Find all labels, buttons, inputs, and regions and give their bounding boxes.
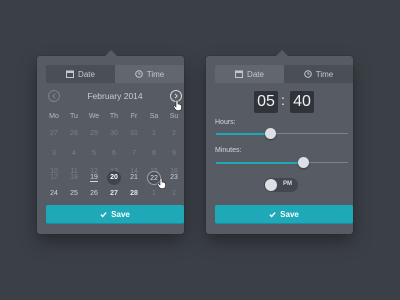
weekday-header-row: Mo Tu We Th Fr Sa Su (44, 113, 184, 120)
calendar-day[interactable]: 25 (64, 188, 84, 200)
calendar-day[interactable]: 3 (44, 148, 64, 160)
calendar-day[interactable]: 23 (164, 172, 184, 184)
calendar-day[interactable]: 29 (84, 128, 104, 140)
am-pm-toggle[interactable]: PM (264, 178, 298, 192)
calendar-week-row: 3 4 5 6 7 8 9 (44, 148, 184, 160)
tab-date-label: Date (247, 69, 264, 79)
save-button-label: Save (111, 209, 130, 219)
chevron-right-icon (174, 93, 178, 99)
calendar-day[interactable]: 28 (124, 188, 144, 200)
weekday-label: Mo (49, 113, 59, 120)
hand-cursor-icon (173, 100, 182, 111)
calendar-week-row: 27 28 29 30 31 1 2 (44, 128, 184, 140)
weekday-label: Fr (130, 113, 138, 120)
slider-fill (216, 133, 271, 135)
calendar-icon (235, 70, 244, 78)
time-picker-tabs: Date Time (215, 65, 353, 83)
calendar-day[interactable]: 24 (44, 188, 64, 200)
check-icon (269, 211, 276, 217)
calendar-day[interactable]: 17 (44, 172, 64, 184)
calendar-header: February 2014 (46, 90, 184, 104)
hours-display: 05 (254, 91, 278, 113)
calendar-day[interactable]: 27 (104, 188, 124, 200)
minutes-slider-label: Minutes: (215, 147, 242, 154)
time-separator: : (281, 92, 285, 108)
save-button[interactable]: Save (46, 205, 184, 223)
minutes-slider-thumb[interactable] (297, 157, 309, 168)
calendar-day[interactable]: 5 (84, 148, 104, 160)
tab-date[interactable]: Date (46, 65, 115, 83)
save-button-label: Save (280, 209, 299, 219)
calendar-day[interactable]: 6 (104, 148, 124, 160)
calendar-week-row: 24 25 26 27 28 1 2 (44, 188, 184, 200)
clock-icon (303, 70, 312, 78)
minutes-slider[interactable] (216, 157, 348, 169)
slider-fill (216, 162, 304, 164)
tab-time-label: Time (315, 69, 334, 79)
weekday-label: Sa (149, 113, 159, 120)
month-label: February 2014 (87, 91, 143, 101)
tab-time[interactable]: Time (115, 65, 184, 83)
weekday-label: We (88, 113, 100, 120)
tab-time[interactable]: Time (284, 65, 353, 83)
tab-date-label: Date (78, 69, 95, 79)
am-pm-label: PM (283, 181, 292, 187)
tab-time-label: Time (146, 69, 165, 79)
calendar-day[interactable]: 30 (104, 128, 124, 140)
tab-date[interactable]: Date (215, 65, 284, 83)
calendar-day[interactable]: 9 (164, 148, 184, 160)
calendar-day[interactable]: 7 (124, 148, 144, 160)
calendar-day[interactable]: 28 (64, 128, 84, 140)
calendar-day[interactable]: 1 (144, 188, 164, 200)
calendar-day[interactable]: 27 (44, 128, 64, 140)
calendar-day-event[interactable]: 19 (84, 172, 104, 184)
calendar-day-today[interactable]: 20 (104, 171, 124, 185)
time-picker-panel: Date Time 05 : 40 Hours: Minutes: PM Sav… (206, 50, 353, 234)
calendar-day[interactable]: 1 (144, 128, 164, 140)
calendar-day[interactable]: 31 (124, 128, 144, 140)
calendar-day[interactable]: 4 (64, 148, 84, 160)
hand-cursor-icon (157, 178, 166, 189)
hours-slider-label: Hours: (215, 119, 236, 126)
hours-slider-thumb[interactable] (264, 128, 276, 139)
weekday-label: Tu (70, 113, 78, 120)
calendar-day[interactable]: 8 (144, 148, 164, 160)
hours-slider[interactable] (216, 128, 348, 140)
minutes-display: 40 (290, 91, 314, 113)
weekday-label: Th (109, 113, 119, 120)
calendar-icon (66, 70, 75, 78)
calendar-day[interactable]: 21 (124, 172, 144, 184)
date-picker-panel: Date Time February 2014 Mo Tu We Th Fr S… (37, 50, 184, 234)
weekday-label: Su (169, 113, 179, 120)
calendar-day[interactable]: 18 (64, 172, 84, 184)
check-icon (100, 211, 107, 217)
toggle-knob (265, 179, 277, 191)
save-button[interactable]: Save (215, 205, 353, 223)
clock-icon (134, 70, 143, 78)
date-picker-tabs: Date Time (46, 65, 184, 83)
calendar-day[interactable]: 26 (84, 188, 104, 200)
calendar-day[interactable]: 2 (164, 128, 184, 140)
calendar-day[interactable]: 2 (164, 188, 184, 200)
